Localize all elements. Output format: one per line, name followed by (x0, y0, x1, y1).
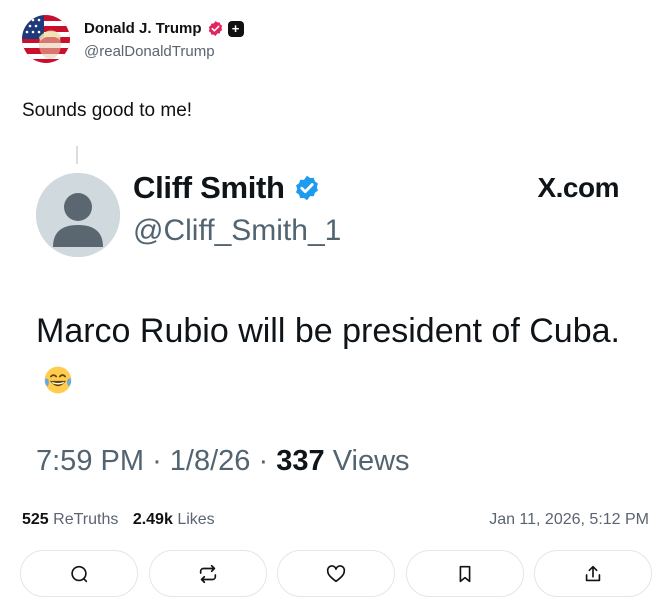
verified-badge-icon (295, 175, 318, 201)
meta-separator: · (152, 445, 162, 477)
quoted-text-content: Marco Rubio will be president of Cuba. (36, 312, 620, 350)
views-label: Views (332, 445, 410, 477)
quoted-author-avatar (36, 173, 120, 257)
quoted-text: Marco Rubio will be president of Cuba. (36, 306, 626, 406)
quoted-author-name: Cliff Smith (133, 170, 285, 205)
action-bar (20, 550, 652, 597)
likes-count: 2.49k (132, 511, 173, 528)
thread-connector (76, 146, 78, 164)
quoted-date: 1/8/26 (169, 445, 251, 477)
share-icon (585, 565, 601, 581)
likes-label: Likes (177, 511, 215, 528)
bookmark-icon (459, 565, 470, 582)
quoted-post[interactable]: Cliff Smith @Cliff_Smith_1 X.com Marco R… (22, 140, 642, 490)
post-text: Sounds good to me! (22, 100, 193, 121)
retruth-icon (199, 564, 216, 583)
source-label: X.com (537, 172, 619, 203)
engagement-stats: 525 ReTruths 2.49k Likes (22, 511, 215, 529)
plus-badge-icon: + (227, 20, 244, 37)
post-timestamp[interactable]: Jan 11, 2026, 5:12 PM (489, 511, 649, 529)
retruths-label: ReTruths (53, 511, 119, 528)
bookmark-button[interactable] (405, 550, 524, 597)
quoted-meta: 7:59 PM · 1/8/26 · 337 Views (36, 445, 410, 478)
like-button[interactable] (277, 550, 395, 597)
verified-badge-icon (208, 21, 222, 36)
quoted-time: 7:59 PM (36, 445, 144, 477)
retruth-button[interactable] (148, 550, 267, 597)
likes-stat[interactable]: 2.49k Likes (133, 511, 215, 528)
author-handle[interactable]: @realDonaldTrump (84, 43, 244, 60)
heart-icon (326, 564, 346, 582)
post-header: Donald J. Trump + @realDonaldTrump (22, 15, 244, 63)
reply-button[interactable] (20, 550, 138, 597)
retruths-count: 525 (22, 511, 49, 528)
meta-separator: · (258, 445, 269, 477)
quoted-author-handle: @Cliff_Smith_1 (133, 214, 342, 247)
laughing-emoji-icon (44, 366, 72, 394)
author-name[interactable]: Donald J. Trump (84, 20, 202, 37)
retruths-stat[interactable]: 525 ReTruths (22, 511, 118, 528)
reply-icon (71, 565, 88, 582)
views-count: 337 (276, 445, 325, 477)
share-button[interactable] (534, 550, 652, 597)
author-avatar[interactable] (22, 15, 70, 63)
